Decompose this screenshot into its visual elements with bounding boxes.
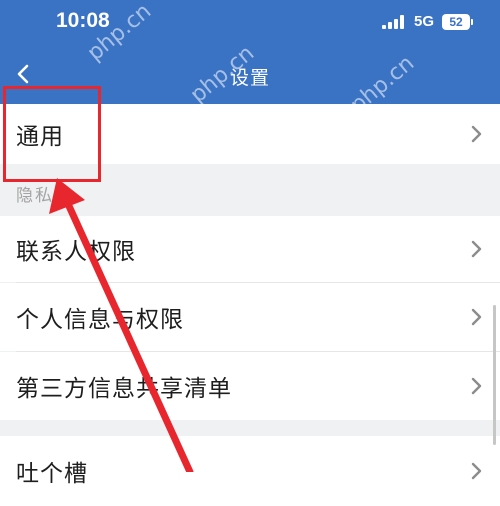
settings-row-contacts-permission[interactable]: 联系人权限 bbox=[0, 216, 500, 282]
status-time: 10:08 bbox=[56, 9, 110, 32]
chevron-right-icon bbox=[471, 377, 482, 395]
chevron-right-icon bbox=[471, 125, 482, 143]
settings-row-feedback[interactable]: 吐个槽 bbox=[0, 436, 500, 506]
chevron-right-icon bbox=[471, 308, 482, 326]
network-type: 5G bbox=[413, 13, 434, 30]
battery-icon: 52 bbox=[442, 13, 473, 30]
status-indicators: 5G 52 bbox=[381, 13, 473, 30]
section-label-privacy: 隐私 bbox=[16, 186, 54, 206]
settings-row-third-party-sharing[interactable]: 第三方信息共享清单 bbox=[0, 352, 500, 420]
row-label: 吐个槽 bbox=[16, 461, 88, 487]
row-label: 个人信息与权限 bbox=[16, 307, 184, 333]
row-label: 第三方信息共享清单 bbox=[16, 376, 232, 402]
annotation-highlight-box bbox=[3, 86, 101, 182]
chevron-right-icon bbox=[471, 240, 482, 258]
row-label: 联系人权限 bbox=[16, 239, 136, 265]
settings-row-personal-info[interactable]: 个人信息与权限 bbox=[0, 283, 500, 351]
scrollbar[interactable] bbox=[493, 305, 496, 445]
signal-icon bbox=[381, 14, 404, 29]
chevron-right-icon bbox=[471, 462, 482, 480]
